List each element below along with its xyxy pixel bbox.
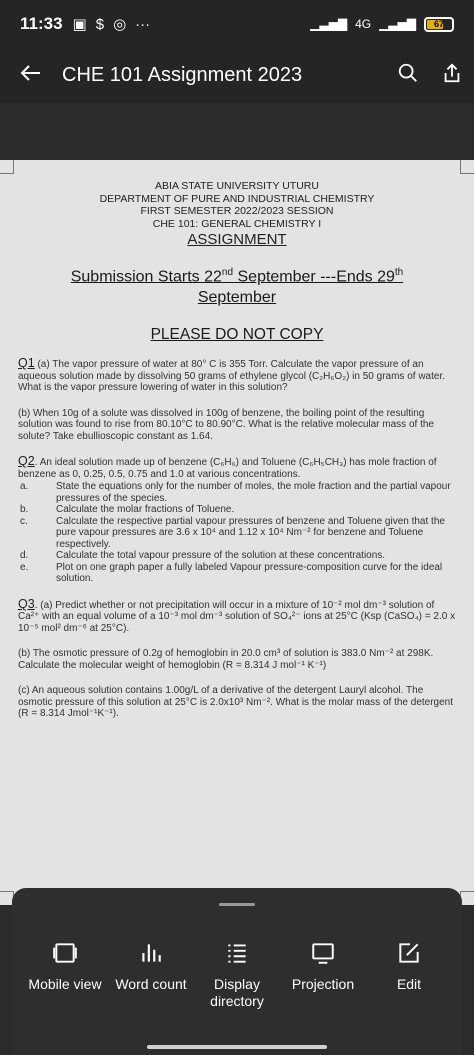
status-bar: 11:33 ▣ $ ◎ ··· ▁▃▅▇ 4G ▁▃▅▇ 67	[0, 0, 474, 48]
share-icon[interactable]	[430, 62, 474, 90]
list-item: b. Calculate the molar fractions of Tolue…	[20, 504, 235, 516]
display-directory-button[interactable]: Display directory	[194, 940, 280, 1010]
question-2-list: a. State the equations only for the numbe…	[18, 481, 456, 585]
battery-icon: 67	[424, 16, 454, 32]
course-line: CHE 101: GENERAL CHEMISTRY I	[152, 217, 322, 230]
question-2: Q2. An ideal solution made up of benzene…	[18, 454, 437, 480]
toolbar: Mobile view Word count Display directory…	[22, 940, 452, 1010]
department-name: DEPARTMENT OF PURE AND INDUSTRIAL CHEMIS…	[99, 192, 375, 205]
gesture-nav-bar[interactable]	[147, 1045, 327, 1049]
session-line: FIRST SEMESTER 2022/2023 SESSION	[140, 205, 334, 217]
question-3c: (c) An aqueous solution contains 1.00g/L…	[18, 685, 454, 720]
question-1a: Q1 (a) The vapor pressure of water at 80…	[18, 356, 446, 394]
list-icon	[228, 944, 246, 963]
mobile-view-button[interactable]: Mobile view	[22, 940, 108, 1010]
list-item: d. Calculate the total vapour pressure of…	[20, 550, 386, 562]
signal-icon-2: ▁▃▅▇	[379, 17, 416, 31]
system-icons: ▁▃▅▇ 4G ▁▃▅▇ 67	[310, 16, 454, 32]
back-arrow-icon[interactable]	[0, 61, 62, 91]
notification-icon: ▣	[72, 16, 87, 33]
edit-button[interactable]: Edit	[366, 940, 452, 1010]
dollar-icon: $	[95, 15, 105, 33]
signal-icon: ▁▃▅▇	[310, 17, 348, 31]
question-number: Q3	[18, 596, 35, 611]
mobile-view-icon	[53, 943, 77, 963]
edit-icon	[399, 943, 419, 963]
question-number: Q2	[18, 454, 35, 469]
sheet-drag-handle[interactable]	[219, 903, 255, 906]
word-count-button[interactable]: Word count	[108, 940, 194, 1010]
projection-button[interactable]: Projection	[280, 940, 366, 1010]
network-type: 4G	[355, 17, 372, 31]
whatsapp-icon: ◎	[113, 16, 127, 33]
university-name: ABIA STATE UNIVERSITY UTURU	[155, 180, 319, 192]
list-item: c. Calculate the respective partial vapou…	[20, 515, 445, 550]
bottom-toolbar-sheet: Mobile view Word count Display directory…	[12, 888, 462, 1055]
list-item: e. Plot on one graph paper a fully labele…	[20, 561, 443, 585]
more-icon: ···	[135, 15, 151, 33]
question-1b: (b) When 10g of a solute was dissolved i…	[18, 407, 434, 442]
document-title: CHE 101 Assignment 2023	[62, 64, 303, 86]
monitor-icon	[312, 943, 334, 964]
app-bar: CHE 101 Assignment 2023	[0, 48, 474, 103]
notification-icons: ▣ $ ◎ ···	[72, 15, 151, 34]
assignment-heading: ASSIGNMENT	[187, 231, 287, 248]
question-3a: Q3. (a) Predict whether or not precipita…	[18, 596, 456, 634]
word-count-icon	[142, 944, 161, 962]
copy-notice: PLEASE DO NOT COPY	[150, 326, 324, 344]
question-3b: (b) The osmotic pressure of 0.2g of hemo…	[18, 648, 434, 671]
battery-level: 67	[433, 19, 444, 29]
document-page[interactable]: ABIA STATE UNIVERSITY UTURU DEPARTMENT O…	[0, 160, 474, 905]
document-content: ABIA STATE UNIVERSITY UTURU DEPARTMENT O…	[18, 180, 456, 720]
search-icon[interactable]	[386, 62, 430, 90]
submission-dates: Submission Starts 22nd September ---Ends…	[70, 267, 404, 307]
status-time: 11:33	[20, 14, 63, 33]
question-number: Q1	[18, 356, 35, 371]
document-header: ABIA STATE UNIVERSITY UTURU DEPARTMENT O…	[18, 180, 456, 248]
list-item: a. State the equations only for the numbe…	[20, 481, 451, 504]
